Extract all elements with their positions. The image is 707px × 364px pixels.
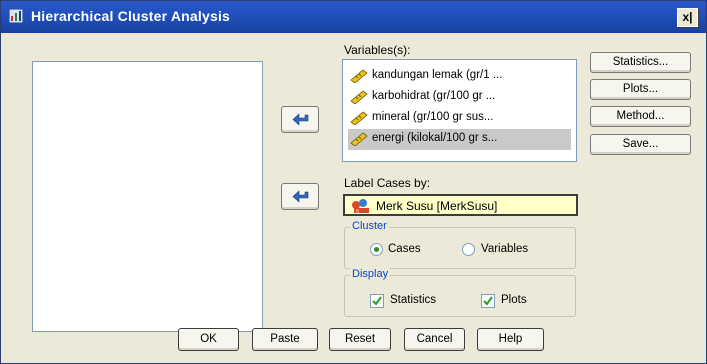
- cancel-button[interactable]: Cancel: [404, 328, 465, 351]
- variables-list[interactable]: kandungan lemak (gr/1 ... karbohidrat (g…: [342, 59, 577, 162]
- variables-label: Variables(s):: [344, 43, 411, 57]
- label-cases-label: Label Cases by:: [344, 176, 431, 190]
- statistics-button[interactable]: Statistics...: [590, 52, 691, 73]
- variable-item[interactable]: mineral (gr/100 gr sus...: [348, 108, 571, 129]
- move-label-cases-button[interactable]: [281, 183, 319, 210]
- cluster-cases-label[interactable]: Cases: [388, 243, 421, 255]
- move-variables-button[interactable]: [281, 106, 319, 133]
- display-statistics-checkbox[interactable]: [370, 294, 384, 308]
- title-bar[interactable]: Hierarchical Cluster Analysis x|: [1, 1, 706, 33]
- display-plots-label[interactable]: Plots: [501, 294, 527, 306]
- reset-button[interactable]: Reset: [329, 328, 391, 351]
- ruler-scale-icon: [350, 111, 368, 125]
- variable-item[interactable]: karbohidrat (gr/100 gr ...: [348, 87, 571, 108]
- dialog-window: Hierarchical Cluster Analysis x| Variabl…: [0, 0, 707, 364]
- label-cases-field[interactable]: a Merk Susu [MerkSusu]: [343, 194, 578, 216]
- transfer-arrow-icon: [292, 190, 309, 203]
- ruler-scale-icon: [350, 69, 368, 83]
- help-button[interactable]: Help: [477, 328, 544, 351]
- method-button[interactable]: Method...: [590, 106, 691, 127]
- cluster-group: Cluster Cases Variables: [344, 220, 576, 269]
- display-statistics-label[interactable]: Statistics: [390, 294, 436, 306]
- ruler-scale-icon: [350, 90, 368, 104]
- window-title: Hierarchical Cluster Analysis: [31, 8, 231, 24]
- cluster-cases-radio[interactable]: [370, 243, 383, 256]
- plots-button[interactable]: Plots...: [590, 79, 691, 100]
- svg-text:a: a: [356, 209, 359, 215]
- variable-item-label: energi (kilokal/100 gr s...: [372, 132, 498, 144]
- cluster-group-title: Cluster: [350, 220, 389, 232]
- nominal-variable-icon: a: [352, 199, 369, 215]
- ruler-scale-icon: [350, 132, 368, 146]
- checkmark-icon: [483, 296, 493, 306]
- variable-item-label: mineral (gr/100 gr sus...: [372, 111, 494, 123]
- transfer-arrow-icon: [292, 113, 309, 126]
- source-variable-list[interactable]: [32, 61, 263, 332]
- variable-item-selected[interactable]: energi (kilokal/100 gr s...: [348, 129, 571, 150]
- checkmark-icon: [372, 296, 382, 306]
- paste-button[interactable]: Paste: [252, 328, 318, 351]
- cluster-variables-label[interactable]: Variables: [481, 243, 528, 255]
- app-icon: [9, 9, 23, 23]
- save-button[interactable]: Save...: [590, 134, 691, 155]
- label-cases-value: Merk Susu [MerkSusu]: [376, 199, 498, 213]
- display-group-title: Display: [350, 268, 391, 280]
- ok-button[interactable]: OK: [178, 328, 239, 351]
- display-plots-checkbox[interactable]: [481, 294, 495, 308]
- close-button[interactable]: x|: [677, 8, 698, 27]
- variable-item-label: karbohidrat (gr/100 gr ...: [372, 90, 496, 102]
- variable-item-label: kandungan lemak (gr/1 ...: [372, 69, 503, 81]
- variable-item[interactable]: kandungan lemak (gr/1 ...: [348, 66, 571, 87]
- cluster-variables-radio[interactable]: [462, 243, 475, 256]
- display-group: Display Statistics Plots: [344, 268, 576, 317]
